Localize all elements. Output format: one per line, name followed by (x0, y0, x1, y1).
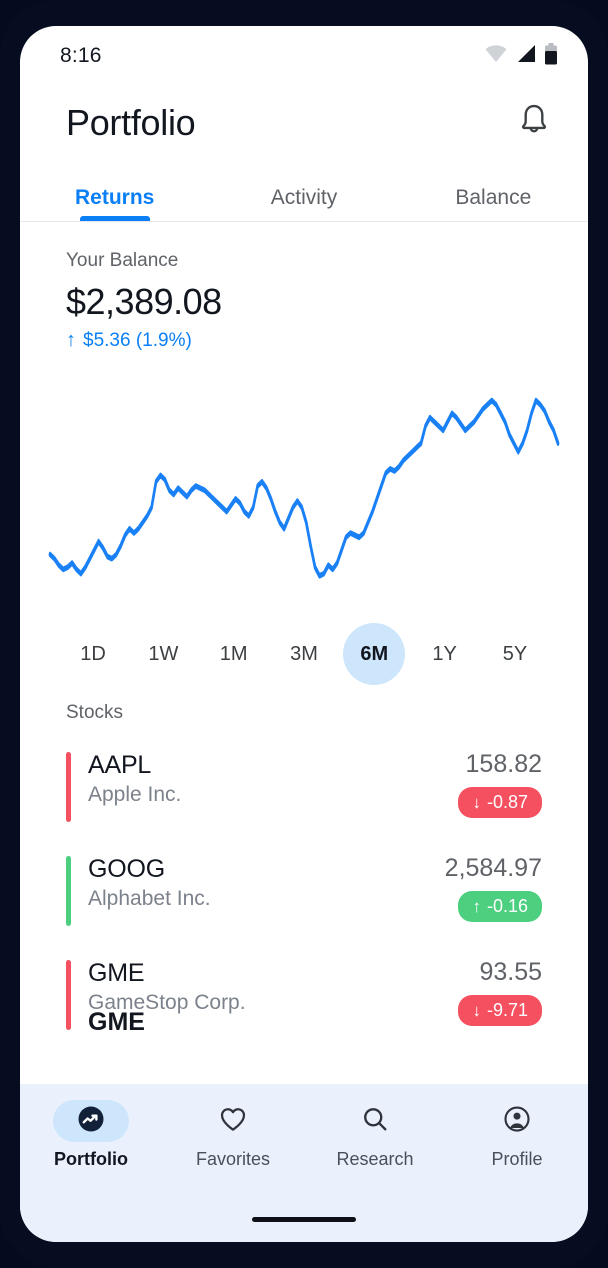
phone-frame: 8:16 (0, 0, 608, 1268)
stocks-section-label: Stocks (20, 696, 588, 724)
nav-icon-pill (53, 1100, 129, 1142)
nav-icon-pill (479, 1100, 555, 1142)
balance-label: Your Balance (66, 250, 588, 272)
balance-change: ↑ $5.36 (1.9%) (66, 329, 588, 352)
stock-change-value: -0.16 (487, 896, 528, 917)
arrow-up-icon: ↑ (66, 329, 76, 352)
range-button-1m[interactable]: 1M (203, 623, 265, 685)
stock-ticker: AAPL (88, 750, 181, 781)
status-badge: ↓ -9.71 (458, 995, 542, 1026)
stock-identity: AAPL Apple Inc. (66, 750, 181, 809)
balance-summary: Your Balance $2,389.08 ↑ $5.36 (1.9%) (20, 222, 588, 352)
nav-label-favorites: Favorites (196, 1149, 270, 1170)
wifi-icon (484, 44, 508, 68)
arrow-down-icon: ↓ (472, 1001, 481, 1021)
phone-screen: 8:16 (20, 26, 588, 1242)
tab-returns[interactable]: Returns (20, 160, 209, 221)
search-icon (360, 1104, 390, 1139)
home-indicator-area (20, 1196, 588, 1242)
row-accent-bar (66, 752, 71, 822)
status-bar-icons (484, 43, 558, 70)
tab-returns-label: Returns (75, 186, 154, 210)
stock-change-value: -9.71 (487, 1000, 528, 1021)
stock-metrics: 2,584.97 ↑ -0.16 (445, 854, 542, 922)
nav-label-portfolio: Portfolio (54, 1149, 128, 1170)
main-content: Your Balance $2,389.08 ↑ $5.36 (1.9%) 1D… (20, 222, 588, 1084)
tab-active-underline (80, 216, 150, 221)
tab-bar: Returns Activity Balance (20, 160, 588, 222)
bottom-navigation-bar: Portfolio Favorites (20, 1084, 588, 1196)
balance-amount: $2,389.08 (66, 281, 588, 323)
table-row[interactable]: GOOG Alphabet Inc. 2,584.97 ↑ -0.16 (20, 842, 588, 946)
nav-item-portfolio[interactable]: Portfolio (20, 1100, 162, 1170)
range-button-1y[interactable]: 1Y (414, 623, 476, 685)
page-title: Portfolio (66, 102, 195, 144)
stock-price: 93.55 (479, 958, 542, 987)
nav-icon-pill (337, 1100, 413, 1142)
chart-canvas (44, 366, 564, 606)
stock-company-name: Alphabet Inc. (88, 885, 211, 912)
account-circle-icon (502, 1104, 532, 1139)
stock-metrics: 93.55 ↓ -9.71 (458, 958, 542, 1026)
range-button-6m[interactable]: 6M (343, 623, 405, 685)
table-row[interactable]: GME GameStop Corp. 93.55 ↓ -9.71 GME (20, 946, 588, 1050)
stock-company-name: Apple Inc. (88, 781, 181, 808)
stock-price: 158.82 (466, 750, 542, 779)
tab-activity[interactable]: Activity (209, 160, 398, 221)
table-row[interactable]: AAPL Apple Inc. 158.82 ↓ -0.87 (20, 738, 588, 842)
range-button-3m[interactable]: 3M (273, 623, 335, 685)
chart-series-line (50, 400, 558, 575)
status-badge: ↓ -0.87 (458, 787, 542, 818)
stock-identity: GOOG Alphabet Inc. (66, 854, 211, 913)
status-badge: ↑ -0.16 (458, 891, 542, 922)
portfolio-line-chart[interactable] (20, 366, 588, 606)
balance-change-text: $5.36 (1.9%) (83, 330, 192, 352)
nav-label-research: Research (336, 1149, 413, 1170)
time-range-selector: 1D 1W 1M 3M 6M 1Y 5Y (20, 606, 588, 696)
battery-icon (544, 43, 558, 70)
tab-activity-label: Activity (271, 186, 338, 210)
status-bar-clock: 8:16 (60, 44, 102, 68)
tab-balance-label: Balance (455, 186, 531, 210)
range-button-1w[interactable]: 1W (132, 623, 194, 685)
nav-item-favorites[interactable]: Favorites (162, 1100, 304, 1170)
notifications-button[interactable] (508, 97, 560, 149)
arrow-down-icon: ↓ (472, 793, 481, 813)
stock-ticker-overlap: GME (88, 1008, 145, 1037)
stock-change-value: -0.87 (487, 792, 528, 813)
nav-item-profile[interactable]: Profile (446, 1100, 588, 1170)
range-button-1d[interactable]: 1D (62, 623, 124, 685)
bell-icon (517, 103, 551, 144)
row-accent-bar (66, 960, 71, 1030)
heart-icon (218, 1104, 248, 1139)
arrow-up-icon: ↑ (472, 897, 481, 917)
stock-ticker: GOOG (88, 854, 211, 885)
range-button-5y[interactable]: 5Y (484, 623, 546, 685)
row-accent-bar (66, 856, 71, 926)
nav-icon-pill (195, 1100, 271, 1142)
cellular-signal-icon (515, 44, 537, 68)
portfolio-trend-icon (76, 1104, 106, 1139)
nav-label-profile: Profile (491, 1149, 542, 1170)
app-header: Portfolio (20, 86, 588, 160)
stock-price: 2,584.97 (445, 854, 542, 883)
stock-metrics: 158.82 ↓ -0.87 (458, 750, 542, 818)
tab-balance[interactable]: Balance (399, 160, 588, 221)
status-bar: 8:16 (20, 26, 588, 86)
stock-ticker: GME (88, 958, 246, 989)
nav-item-research[interactable]: Research (304, 1100, 446, 1170)
stocks-list: AAPL Apple Inc. 158.82 ↓ -0.87 GOOG (20, 724, 588, 1050)
home-indicator (252, 1217, 356, 1222)
